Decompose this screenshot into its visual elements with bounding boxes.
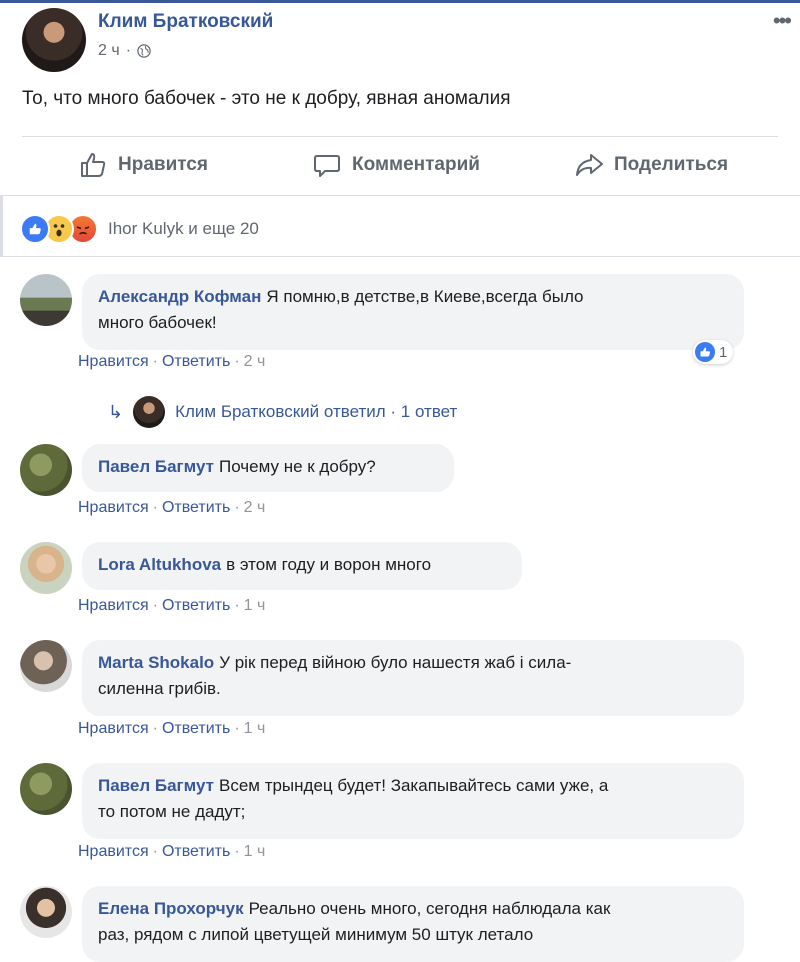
comment-time[interactable]: 2 ч <box>244 353 266 370</box>
comment-like-link[interactable]: Нравится <box>78 597 149 614</box>
replies-summary[interactable]: ↳ Клим Братковский ответил · 1 ответ <box>108 396 457 428</box>
comment-actions: Нравится · Ответить · 2 ч <box>78 353 266 370</box>
commenter-name[interactable]: Елена Прохорчук <box>98 899 244 918</box>
separator: · <box>125 42 132 59</box>
commenter-name[interactable]: Lora Altukhova <box>98 555 221 574</box>
post-meta: 2 ч · <box>98 42 151 60</box>
commenter-name[interactable]: Marta Shokalo <box>98 653 214 672</box>
comment-button-label: Комментарий <box>352 154 480 175</box>
comment-time[interactable]: 1 ч <box>244 720 266 737</box>
comment-bubble: Marta Shokalo У рік перед війною було наш… <box>82 640 744 716</box>
post-time[interactable]: 2 ч <box>98 42 120 60</box>
comment-actions: Нравится · Ответить · 1 ч <box>78 597 266 614</box>
commenter-avatar[interactable] <box>20 886 72 938</box>
share-arrow-icon <box>576 154 603 176</box>
like-button-label: Нравится <box>118 154 208 175</box>
thumbs-up-icon <box>81 153 106 177</box>
commenter-avatar[interactable] <box>20 763 72 815</box>
comment-bubble: Павел Багмут Почему не к добру? <box>82 444 454 492</box>
comment-actions: Нравится · Ответить · 2 ч <box>78 499 266 516</box>
comment-like-link[interactable]: Нравится <box>78 353 149 370</box>
comment-like-link[interactable]: Нравится <box>78 843 149 860</box>
comment-reply-link[interactable]: Ответить <box>162 843 230 860</box>
commenter-name[interactable]: Александр Кофман <box>98 287 261 306</box>
post-text: То, что много бабочек - это не к добру, … <box>22 88 511 109</box>
comment-reply-link[interactable]: Ответить <box>162 720 230 737</box>
comment-reply-link[interactable]: Ответить <box>162 499 230 516</box>
comment-bubble: Александр Кофман Я помню,в детстве,в Киев… <box>82 274 744 350</box>
comment-text: Всем трындец будет! Закапывайтесь сами у… <box>218 776 609 795</box>
comment-button[interactable]: Комментарий <box>312 140 480 190</box>
comment-text: Реально очень много, сегодня наблюдала к… <box>248 899 611 918</box>
share-button[interactable]: Поделиться <box>574 140 728 190</box>
comment-text: У рік перед війною було нашестя жаб і си… <box>219 653 572 672</box>
like-button[interactable]: Нравится <box>78 140 208 190</box>
comment-text: Я помню,в детстве,в Киеве,всегда было <box>266 287 584 306</box>
comment-actions: Нравится · Ответить · 1 ч <box>78 843 266 860</box>
comment-text: Почему не к добру? <box>218 457 376 476</box>
comment-reply-link[interactable]: Ответить <box>162 353 230 370</box>
comment-actions: Нравится · Ответить · 1 ч <box>78 720 266 737</box>
like-reaction-icon <box>20 214 50 244</box>
share-button-label: Поделиться <box>614 154 729 175</box>
divider <box>22 136 778 137</box>
post-author-name[interactable]: Клим Братковский <box>98 11 273 33</box>
like-reaction-icon <box>695 342 715 362</box>
comment-bubble: Павел Багмут Всем трындец будет! Закапыва… <box>82 763 744 839</box>
commenter-name[interactable]: Павел Багмут <box>98 776 214 795</box>
comment-text-continued: много бабочек! <box>98 313 217 332</box>
reply-arrow-icon: ↳ <box>108 401 124 422</box>
commenter-avatar[interactable] <box>20 640 72 692</box>
comment-reply-link[interactable]: Ответить <box>162 597 230 614</box>
comment-time[interactable]: 2 ч <box>244 499 266 516</box>
speech-bubble-icon <box>314 155 340 177</box>
comment-like-link[interactable]: Нравится <box>78 720 149 737</box>
comment-bubble: Елена Прохорчук Реально очень много, сего… <box>82 886 744 962</box>
comment-text-continued: раз, рядом с липой цветущей минимум 50 ш… <box>98 925 534 944</box>
commenter-name[interactable]: Павел Багмут <box>98 457 214 476</box>
globe-icon <box>137 44 151 58</box>
like-count-value: 1 <box>719 343 728 361</box>
reactions-text[interactable]: Ihor Kulyk и еще 20 <box>108 219 259 239</box>
post-actions: Нравится Комментарий Поделиться <box>0 140 800 190</box>
post-header: Клим Братковский 2 ч · ••• <box>22 8 792 72</box>
more-options-icon[interactable]: ••• <box>773 8 792 34</box>
reply-author-avatar <box>133 396 166 428</box>
commenter-avatar[interactable] <box>20 444 72 496</box>
reactions-summary[interactable]: Ihor Kulyk и еще 20 <box>20 214 259 244</box>
comment-bubble: Lora Altukhova в этом году и ворон много <box>82 542 522 590</box>
comment-like-link[interactable]: Нравится <box>78 499 149 516</box>
comment-time[interactable]: 1 ч <box>244 843 266 860</box>
comment-like-count[interactable]: 1 <box>693 340 734 364</box>
left-border <box>0 196 3 256</box>
author-avatar[interactable] <box>22 8 86 72</box>
divider <box>0 195 800 196</box>
divider <box>0 256 800 257</box>
commenter-avatar[interactable] <box>20 274 72 326</box>
comment-text-continued: силенна грибів. <box>98 679 221 698</box>
top-accent-bar <box>0 0 800 3</box>
replies-summary-text[interactable]: Клим Братковский ответил · 1 ответ <box>175 402 457 422</box>
comment-time[interactable]: 1 ч <box>244 597 266 614</box>
comment-text: в этом году и ворон много <box>226 555 432 574</box>
comment-text-continued: то потом не дадут; <box>98 802 246 821</box>
commenter-avatar[interactable] <box>20 542 72 594</box>
